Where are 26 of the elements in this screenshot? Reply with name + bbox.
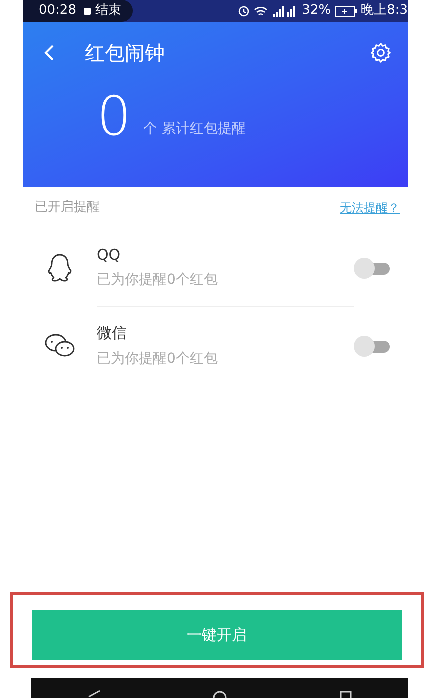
reminder-count-label: 个 累计红包提醒 [143,120,246,139]
app-name: 微信 [97,323,127,344]
back-nav-icon[interactable] [86,690,100,698]
enable-all-button[interactable]: 一键开启 [32,610,402,660]
wifi-icon [254,6,268,16]
battery-percentage: 32% [302,2,332,20]
toggle-switch[interactable] [354,336,392,356]
call-time: 00:28 [39,2,76,20]
battery-icon [335,6,358,16]
penguin-icon [46,253,74,283]
home-icon[interactable] [212,690,228,698]
reminder-count: 0 [97,90,132,144]
reminder-detail: 已为你提醒0个红包 [97,350,218,369]
chat-bubbles-icon [44,333,76,359]
section-title: 已开启提醒 [35,199,100,218]
stop-icon [84,8,92,14]
clock: 晚上8:3 [361,2,408,20]
settings-icon[interactable] [370,42,392,64]
reminder-detail: 已为你提醒0个红包 [97,271,218,290]
help-link[interactable]: 无法提醒？ [340,199,400,217]
toggle-switch[interactable] [354,258,392,278]
page-title: 红包闹钟 [85,40,165,67]
app-name: QQ [97,244,121,266]
end-call-label[interactable]: 结束 [95,1,122,21]
recents-icon[interactable] [338,690,352,698]
alarm-icon [238,5,250,17]
